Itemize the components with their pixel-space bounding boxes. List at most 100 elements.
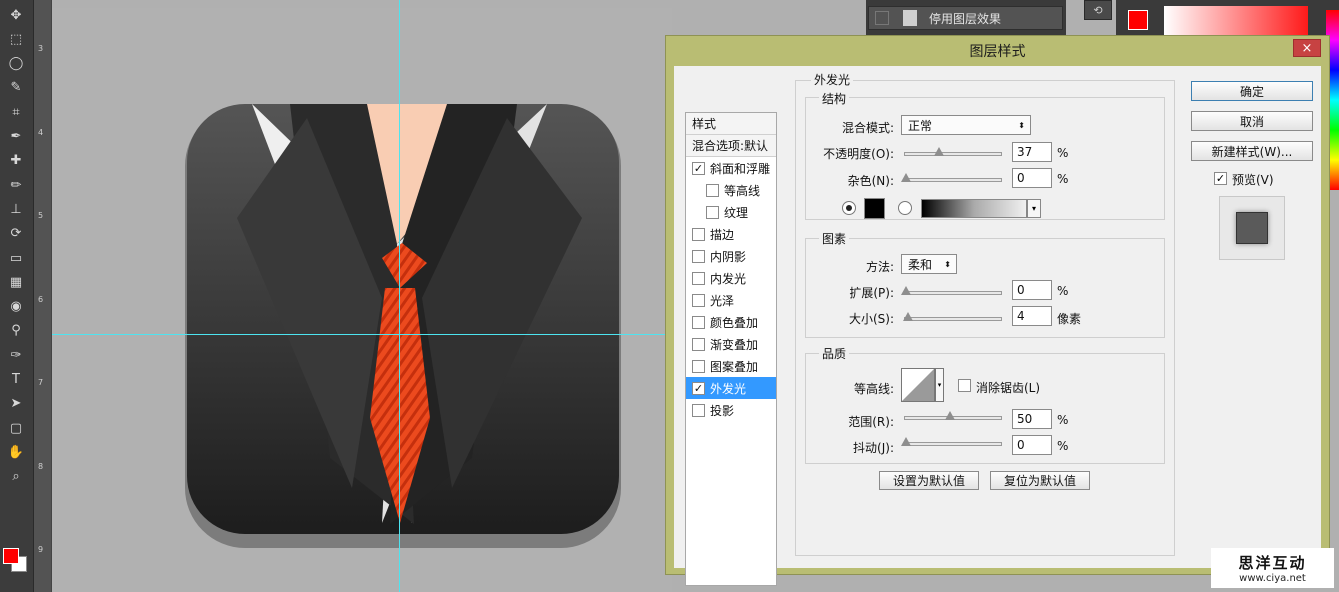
foreground-swatch[interactable] xyxy=(1128,10,1148,30)
gradient-dropdown-icon[interactable]: ▾ xyxy=(1027,199,1041,218)
style-checkbox[interactable]: ✓ xyxy=(692,161,705,175)
style-item-label: 外发光 xyxy=(710,381,747,396)
style-item[interactable]: 内阴影 xyxy=(686,245,776,267)
ruler-mark: 5 xyxy=(38,211,44,220)
style-item[interactable]: 光泽 xyxy=(686,289,776,311)
style-checkbox[interactable] xyxy=(692,227,705,241)
style-checkbox[interactable] xyxy=(706,183,719,197)
size-thumb[interactable] xyxy=(902,312,913,321)
move-icon[interactable]: ✥ xyxy=(4,4,28,26)
history-brush-icon[interactable]: ⟳ xyxy=(4,223,28,245)
make-default-button[interactable]: 设置为默认值 xyxy=(879,471,979,490)
history-icon[interactable]: ⟲ xyxy=(1084,0,1112,20)
cancel-button[interactable]: 取消 xyxy=(1191,111,1313,131)
style-item[interactable]: 纹理 xyxy=(686,201,776,223)
dialog-titlebar[interactable]: 图层样式 xyxy=(666,36,1329,66)
style-item[interactable]: 投影 xyxy=(686,399,776,421)
style-checkbox[interactable] xyxy=(692,403,705,417)
style-checkbox[interactable] xyxy=(692,315,705,329)
style-checkbox[interactable]: ✓ xyxy=(692,381,705,395)
foreground-color-icon[interactable] xyxy=(3,548,19,564)
pen-icon[interactable]: ✑ xyxy=(4,344,28,366)
opacity-slider[interactable] xyxy=(904,147,1002,156)
style-checkbox[interactable] xyxy=(692,249,705,263)
type-icon[interactable]: T xyxy=(4,369,28,391)
ok-button[interactable]: 确定 xyxy=(1191,81,1313,101)
jitter-input[interactable]: 0 xyxy=(1012,435,1052,455)
opacity-thumb[interactable] xyxy=(933,147,944,156)
style-item[interactable]: 描边 xyxy=(686,223,776,245)
layer-effects-row[interactable]: 停用图层效果 xyxy=(868,6,1063,30)
eyedropper-icon[interactable]: ✒ xyxy=(4,126,28,148)
spread-slider[interactable] xyxy=(901,286,1002,295)
noise-thumb[interactable] xyxy=(901,173,911,182)
style-checkbox[interactable] xyxy=(692,293,705,307)
style-item[interactable]: 颜色叠加 xyxy=(686,311,776,333)
vertical-guide[interactable] xyxy=(399,0,400,592)
range-input[interactable]: 50 xyxy=(1012,409,1052,429)
size-input[interactable]: 4 xyxy=(1012,306,1052,326)
preview-checkbox[interactable]: ✓ xyxy=(1214,172,1227,185)
brush-icon[interactable]: ✏ xyxy=(4,174,28,196)
crop-icon[interactable]: ⌗ xyxy=(4,101,28,123)
style-item-label: 描边 xyxy=(710,227,735,242)
size-slider[interactable] xyxy=(902,312,1002,321)
jitter-thumb[interactable] xyxy=(901,437,911,446)
layer-style-dialog: 图层样式 × 样式 混合选项:默认 ✓ 斜面和浮雕 等高线 纹理描边内阴影 内发光 光泽颜… xyxy=(665,35,1330,586)
opacity-input[interactable]: 37 xyxy=(1012,142,1052,162)
style-item[interactable]: ✓ 外发光 xyxy=(686,377,776,399)
style-item[interactable]: ✓ 斜面和浮雕 xyxy=(686,157,776,179)
quick-select-icon[interactable]: ✎ xyxy=(4,77,28,99)
style-checkbox[interactable] xyxy=(706,205,719,219)
marquee-icon[interactable]: ⬚ xyxy=(4,28,28,50)
range-thumb[interactable] xyxy=(945,411,955,420)
noise-slider[interactable] xyxy=(901,173,1002,182)
reset-default-button[interactable]: 复位为默认值 xyxy=(990,471,1090,490)
technique-label: 方法: xyxy=(865,260,894,274)
visibility-toggle[interactable] xyxy=(875,11,889,25)
blend-options-item[interactable]: 混合选项:默认 xyxy=(686,135,776,157)
tools-panel: ✥ ⬚ ◯ ✎ ⌗ ✒ ✚ ✏ ⊥ ⟳ ▭ ▦ ◉ ⚲ ✑ T ➤ ▢ ✋ ⌕ xyxy=(0,0,34,592)
style-checkbox[interactable] xyxy=(692,337,705,351)
style-item[interactable]: 图案叠加 xyxy=(686,355,776,377)
noise-input[interactable]: 0 xyxy=(1012,168,1052,188)
dodge-icon[interactable]: ⚲ xyxy=(4,320,28,342)
healing-icon[interactable]: ✚ xyxy=(4,150,28,172)
path-select-icon[interactable]: ➤ xyxy=(4,393,28,415)
shape-icon[interactable]: ▢ xyxy=(4,417,28,439)
close-button[interactable]: × xyxy=(1293,39,1321,57)
stamp-icon[interactable]: ⊥ xyxy=(4,198,28,220)
range-slider[interactable] xyxy=(904,411,1002,420)
contour-dropdown-icon[interactable]: ▾ xyxy=(935,368,944,402)
contour-picker[interactable] xyxy=(901,368,935,402)
technique-select[interactable]: 柔和 ⬍ xyxy=(901,254,957,274)
eraser-icon[interactable]: ▭ xyxy=(4,247,28,269)
blend-mode-select[interactable]: 正常 ⬍ xyxy=(901,115,1031,135)
spread-thumb[interactable] xyxy=(901,286,911,295)
styles-header[interactable]: 样式 xyxy=(686,113,776,135)
glow-color-swatch[interactable] xyxy=(864,198,885,219)
style-checkbox[interactable] xyxy=(692,271,705,285)
preview-swatch xyxy=(1236,212,1268,244)
gradient-icon[interactable]: ▦ xyxy=(4,271,28,293)
zoom-icon[interactable]: ⌕ xyxy=(4,466,28,488)
gradient-picker[interactable] xyxy=(921,199,1027,218)
new-style-button[interactable]: 新建样式(W)... xyxy=(1191,141,1313,161)
spread-input[interactable]: 0 xyxy=(1012,280,1052,300)
document-icon xyxy=(903,10,917,26)
blur-icon[interactable]: ◉ xyxy=(4,296,28,318)
styles-header-label: 样式 xyxy=(692,117,717,131)
jitter-slider[interactable] xyxy=(901,437,1002,446)
horizontal-guide[interactable] xyxy=(52,334,672,335)
style-item[interactable]: 等高线 xyxy=(686,179,776,201)
solid-color-radio[interactable] xyxy=(842,201,856,215)
hand-icon[interactable]: ✋ xyxy=(4,441,28,463)
anti-alias-checkbox[interactable] xyxy=(958,379,971,392)
gradient-radio[interactable] xyxy=(898,201,912,215)
style-item[interactable]: 渐变叠加 xyxy=(686,333,776,355)
elements-title: 图素 xyxy=(819,230,850,247)
style-checkbox[interactable] xyxy=(692,359,705,373)
lasso-icon[interactable]: ◯ xyxy=(4,53,28,75)
document-canvas[interactable] xyxy=(52,8,672,592)
style-item[interactable]: 内发光 xyxy=(686,267,776,289)
